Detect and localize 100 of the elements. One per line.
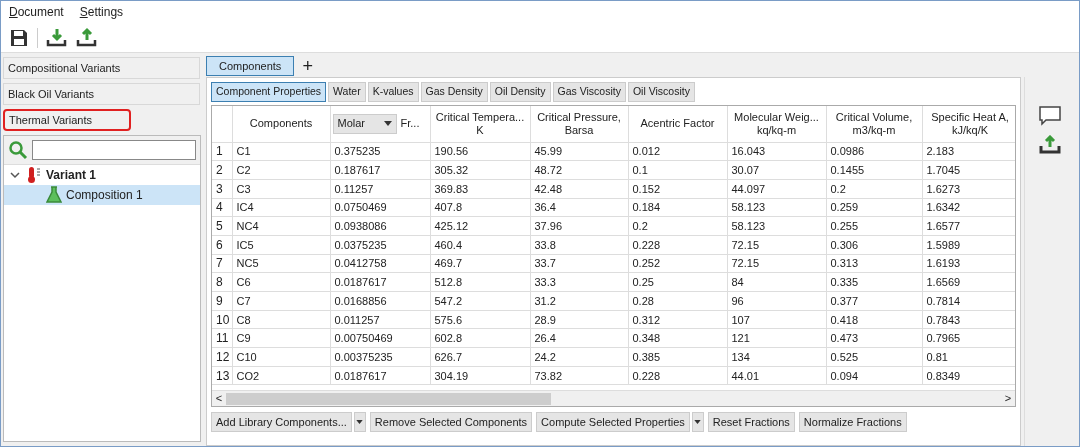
dropdown-arrow-button[interactable]	[691, 412, 704, 432]
table-cell: 0.525	[830, 350, 859, 363]
table-cell: 58.123	[731, 201, 766, 214]
row-number: 5	[216, 219, 223, 234]
column-header: Components	[249, 117, 313, 130]
add-tab-button[interactable]: +	[298, 57, 317, 75]
table-cell: 1.6342	[926, 201, 961, 214]
table-cell: C10	[236, 350, 257, 363]
tab[interactable]: Components	[206, 56, 295, 76]
table-cell: NC4	[236, 220, 259, 233]
tree-item[interactable]: Composition 1	[4, 185, 200, 205]
table-cell: 0.473	[830, 332, 859, 345]
section-button[interactable]: Black Oil Variants	[3, 83, 200, 105]
tab[interactable]: K-values	[367, 82, 419, 102]
comment-icon[interactable]	[1037, 105, 1062, 127]
table-cell: 30.07	[731, 164, 760, 177]
export-icon[interactable]	[1038, 135, 1061, 155]
table-cell: 626.7	[434, 350, 463, 363]
table-cell: 0.375235	[334, 145, 381, 158]
table-cell: 84	[731, 276, 744, 289]
tab[interactable]: Component Properties	[211, 82, 327, 102]
table-cell: 0.0168856	[334, 294, 387, 307]
menu-item[interactable]: Settings	[79, 3, 124, 21]
unit-dropdown[interactable]: Molar	[332, 113, 397, 134]
tree-item[interactable]: Variant 1	[4, 165, 200, 185]
table-cell: 0.313	[830, 257, 859, 270]
column-header: Acentric Factor	[640, 117, 715, 130]
table-cell: 0.184	[632, 201, 661, 214]
table-cell: 369.83	[434, 182, 469, 195]
row-number: 9	[216, 293, 223, 308]
table-cell: 96	[731, 294, 744, 307]
action-button[interactable]: Reset Fractions	[707, 412, 795, 432]
table-cell: 0.094	[830, 369, 859, 382]
table-cell: 73.82	[534, 369, 563, 382]
column-header: Critical Pressure, Barsa	[537, 110, 621, 136]
table-cell: 0.152	[632, 182, 661, 195]
table-cell: C3	[236, 182, 251, 195]
expanded-chevron-icon[interactable]	[10, 170, 22, 180]
section-button[interactable]: Thermal Variants	[3, 109, 131, 131]
table-cell: 0.0750469	[334, 201, 387, 214]
row-number: 7	[216, 256, 223, 271]
table-cell: 0.2	[830, 182, 846, 195]
table-cell: 2.183	[926, 145, 955, 158]
table-cell: 0.0938086	[334, 220, 387, 233]
column-header: Fr...	[400, 117, 420, 131]
table-cell: C6	[236, 276, 251, 289]
row-number: 11	[216, 331, 229, 346]
table-cell: 33.3	[534, 276, 556, 289]
table-cell: 460.4	[434, 238, 463, 251]
column-header: Critical Volume, m3/kq-m	[835, 110, 913, 136]
table-cell: 575.6	[434, 313, 463, 326]
table-cell: 547.2	[434, 294, 463, 307]
table-cell: 72.15	[731, 257, 760, 270]
menu-item[interactable]: Document	[9, 3, 64, 21]
table-cell: 24.2	[534, 350, 556, 363]
table-cell: 0.255	[830, 220, 859, 233]
table-cell: 0.00750469	[334, 332, 393, 345]
scroll-left-arrow[interactable]: <	[212, 390, 226, 406]
table-cell: 0.7965	[926, 332, 961, 345]
table-cell: 0.28	[632, 294, 654, 307]
save-icon[interactable]	[9, 27, 29, 48]
table-cell: 45.99	[534, 145, 563, 158]
table-cell: CO2	[236, 369, 260, 382]
row-number: 12	[216, 349, 230, 364]
table-cell: 0.312	[632, 313, 661, 326]
action-button[interactable]: Add Library Components...	[211, 412, 352, 432]
table-cell: 0.8349	[926, 369, 961, 382]
action-button[interactable]: Normalize Fractions	[798, 412, 907, 432]
tab[interactable]: Water	[328, 82, 366, 102]
column-header: Molecular Weig... kq/kq-m	[734, 110, 819, 136]
table-cell: 0.385	[632, 350, 661, 363]
tab[interactable]: Gas Viscosity	[552, 82, 626, 102]
table-cell: 37.96	[534, 220, 563, 233]
table-cell: 0.0187617	[334, 369, 387, 382]
tab[interactable]: Oil Viscosity	[627, 82, 695, 102]
table-cell: 0.0187617	[334, 276, 387, 289]
scroll-right-arrow[interactable]: >	[1001, 390, 1015, 406]
export-icon[interactable]	[76, 26, 98, 49]
action-button[interactable]: Compute Selected Properties	[536, 412, 690, 432]
action-button[interactable]: Remove Selected Components	[369, 412, 533, 432]
import-icon[interactable]	[46, 26, 68, 49]
table-cell: 407.8	[434, 201, 463, 214]
tab[interactable]: Gas Density	[420, 82, 488, 102]
table-cell: 44.097	[731, 182, 766, 195]
search-field[interactable]	[32, 140, 196, 160]
section-button[interactable]: Compositional Variants	[3, 57, 200, 79]
table-cell: IC5	[236, 238, 254, 251]
dropdown-arrow-button[interactable]	[353, 412, 366, 432]
table-cell: IC4	[236, 201, 254, 214]
table-cell: 0.0375235	[334, 238, 387, 251]
thermometer-icon	[26, 166, 42, 184]
table-cell: 0.1	[632, 164, 648, 177]
table-cell: 602.8	[434, 332, 463, 345]
table-cell: NC5	[236, 257, 259, 270]
table-cell: 512.8	[434, 276, 463, 289]
scrollbar-thumb[interactable]	[226, 392, 551, 405]
table-cell: C9	[236, 332, 251, 345]
tab[interactable]: Oil Density	[489, 82, 551, 102]
table-cell: 58.123	[731, 220, 766, 233]
table-cell: 0.7843	[926, 313, 961, 326]
